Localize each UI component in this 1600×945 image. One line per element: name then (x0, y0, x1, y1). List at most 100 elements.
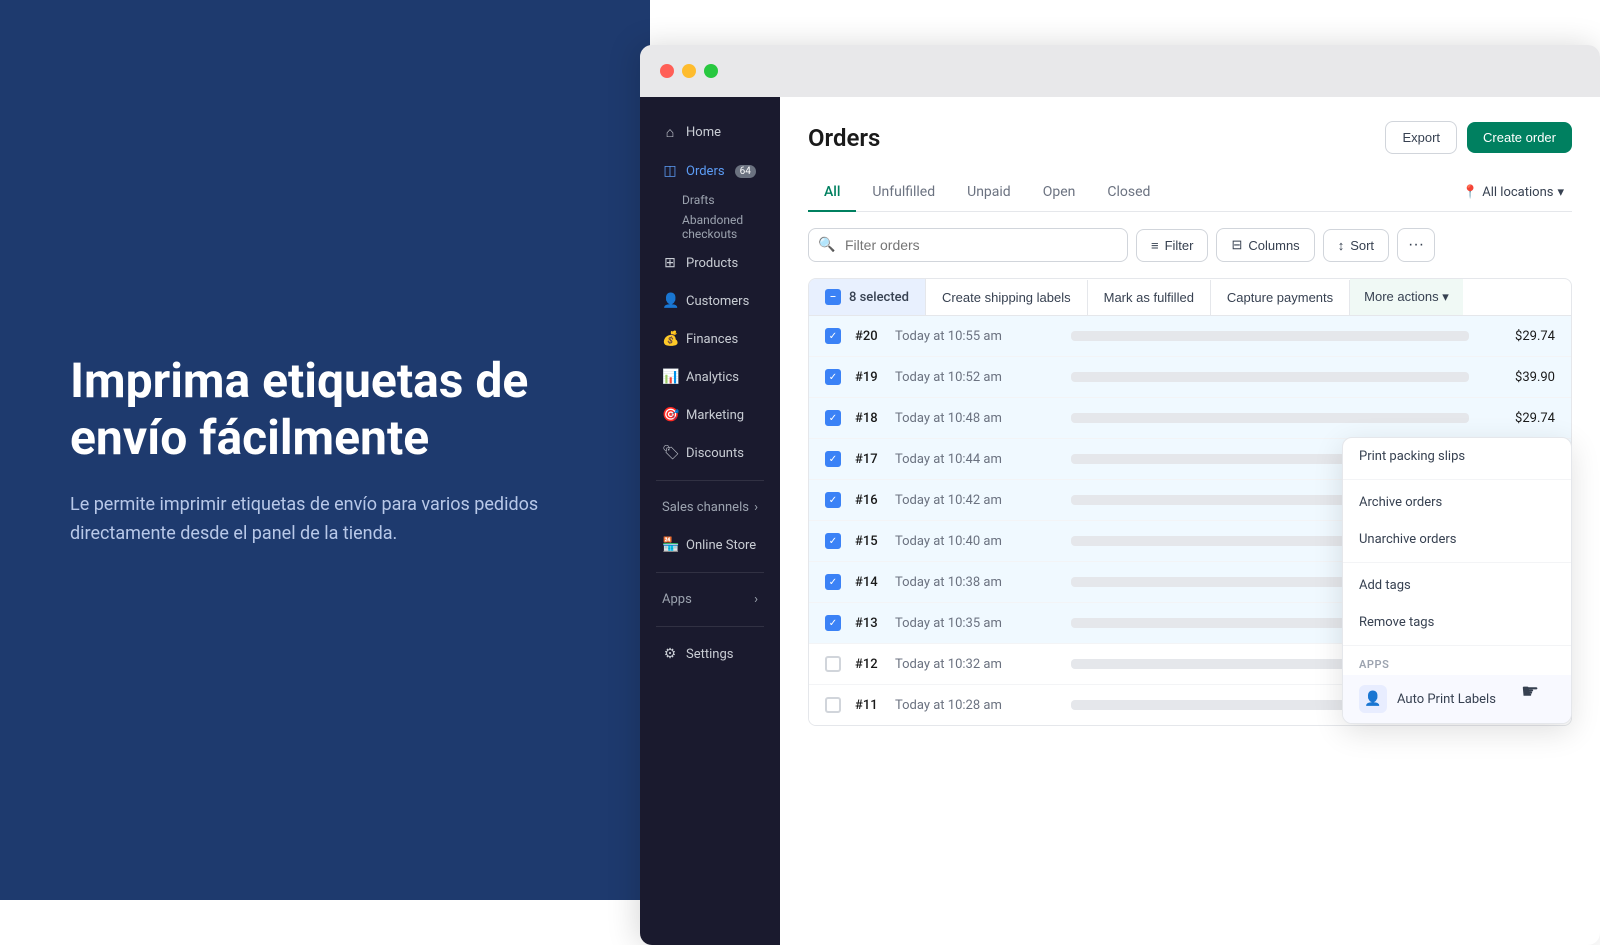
order-time: Today at 10:32 am (895, 657, 1055, 672)
finances-label: Finances (686, 332, 738, 347)
tab-unpaid[interactable]: Unpaid (951, 174, 1027, 212)
columns-button[interactable]: ⊟ Columns (1216, 228, 1314, 262)
app-container: ⌂ Home ◫ Orders 64 Drafts Abandoned chec… (640, 97, 1600, 945)
selected-count: 8 selected (849, 290, 909, 305)
order-number: #14 (855, 575, 895, 590)
orders-badge: 64 (735, 165, 756, 178)
dropdown-item-archive[interactable]: Archive orders (1343, 484, 1571, 521)
sidebar-item-apps[interactable]: Apps › (646, 582, 774, 617)
export-button[interactable]: Export (1385, 121, 1457, 154)
sidebar-item-discounts[interactable]: 🏷 Discounts (646, 435, 774, 471)
header-actions: Export Create order (1385, 121, 1572, 154)
more-options-button[interactable]: ··· (1397, 228, 1435, 262)
tab-open[interactable]: Open (1027, 174, 1092, 212)
sidebar-item-analytics[interactable]: 📊 Analytics (646, 359, 774, 395)
sidebar-item-drafts[interactable]: Drafts (646, 191, 774, 209)
marketing-label: Marketing (686, 408, 744, 423)
bulk-selected: – 8 selected (809, 279, 926, 315)
marketing-icon: 🎯 (662, 407, 678, 423)
analytics-label: Analytics (686, 370, 739, 385)
sidebar-divider-3 (656, 626, 764, 627)
filter-icon: ≡ (1151, 238, 1159, 253)
sidebar-item-label: Home (686, 125, 721, 140)
sidebar-item-orders[interactable]: ◫ Orders 64 (646, 153, 774, 189)
sort-label: Sort (1350, 238, 1374, 253)
row-checkbox[interactable]: ✓ (825, 615, 841, 631)
dropdown-item-unarchive[interactable]: Unarchive orders (1343, 521, 1571, 558)
minimize-button[interactable] (682, 64, 696, 78)
order-time: Today at 10:40 am (895, 534, 1055, 549)
maximize-button[interactable] (704, 64, 718, 78)
dropdown-app-item-auto-print[interactable]: 👤 Auto Print Labels ☛ (1343, 675, 1571, 723)
bulk-checkbox[interactable]: – (825, 289, 841, 305)
location-chevron-icon: ▾ (1557, 185, 1564, 200)
products-label: Products (686, 256, 738, 271)
abandoned-label: Abandoned checkouts (682, 213, 743, 241)
dropdown-section-label: APPS (1343, 650, 1571, 675)
dropdown-item-add-tags[interactable]: Add tags (1343, 567, 1571, 604)
tab-closed[interactable]: Closed (1091, 174, 1166, 212)
filter-button[interactable]: ≡ Filter (1136, 229, 1208, 262)
settings-label: Settings (686, 647, 733, 662)
order-amount: $29.74 (1485, 329, 1555, 344)
order-time: Today at 10:44 am (895, 452, 1055, 467)
order-number: #13 (855, 616, 895, 631)
analytics-icon: 📊 (662, 369, 678, 385)
create-shipping-button[interactable]: Create shipping labels (926, 280, 1088, 315)
dropdown-item-print-packing[interactable]: Print packing slips (1343, 438, 1571, 475)
order-number: #19 (855, 370, 895, 385)
table-row[interactable]: ✓ #18 Today at 10:48 am $29.74 (809, 398, 1571, 439)
sidebar-item-finances[interactable]: 💰 Finances (646, 321, 774, 357)
apps-left: Apps (662, 592, 692, 607)
order-bar (1071, 413, 1469, 423)
sidebar-item-customers[interactable]: 👤 Customers (646, 283, 774, 319)
sales-channels-left: Sales channels (662, 500, 749, 515)
settings-icon: ⚙ (662, 646, 678, 662)
row-checkbox[interactable]: ✓ (825, 328, 841, 344)
search-input[interactable] (808, 228, 1128, 262)
more-actions-button[interactable]: More actions ▾ (1350, 279, 1463, 315)
sales-channels-label: Sales channels (662, 500, 749, 515)
table-row[interactable]: ✓ #20 Today at 10:55 am $29.74 (809, 316, 1571, 357)
order-number: #11 (855, 698, 895, 713)
apps-label: Apps (662, 592, 692, 607)
bulk-action-bar: – 8 selected Create shipping labels Mark… (808, 278, 1572, 315)
order-time: Today at 10:55 am (895, 329, 1055, 344)
tab-unfulfilled[interactable]: Unfulfilled (856, 174, 951, 212)
sort-button[interactable]: ↕ Sort (1323, 229, 1389, 262)
create-order-button[interactable]: Create order (1467, 122, 1572, 153)
order-time: Today at 10:48 am (895, 411, 1055, 426)
sidebar-orders-label: Orders (686, 164, 725, 179)
order-time: Today at 10:42 am (895, 493, 1055, 508)
sidebar-divider-1 (656, 480, 764, 481)
row-checkbox[interactable]: ✓ (825, 451, 841, 467)
close-button[interactable] (660, 64, 674, 78)
row-checkbox[interactable]: ✓ (825, 369, 841, 385)
sidebar: ⌂ Home ◫ Orders 64 Drafts Abandoned chec… (640, 97, 780, 945)
app-item-label: Auto Print Labels (1397, 692, 1496, 707)
cursor-icon: ☛ (1521, 679, 1539, 703)
columns-label: Columns (1248, 238, 1299, 253)
row-checkbox[interactable] (825, 697, 841, 713)
tabs: All Unfulfilled Unpaid Open Closed (808, 174, 1166, 211)
mark-fulfilled-button[interactable]: Mark as fulfilled (1088, 280, 1211, 315)
row-checkbox[interactable]: ✓ (825, 410, 841, 426)
sidebar-item-online-store[interactable]: 🏪 Online Store (646, 527, 774, 563)
sidebar-divider-2 (656, 572, 764, 573)
orders-icon: ◫ (662, 163, 678, 179)
dropdown-item-remove-tags[interactable]: Remove tags (1343, 604, 1571, 641)
location-selector[interactable]: 📍 All locations ▾ (1454, 181, 1572, 204)
tab-all[interactable]: All (808, 174, 856, 212)
row-checkbox[interactable]: ✓ (825, 533, 841, 549)
sidebar-item-home[interactable]: ⌂ Home (646, 114, 774, 151)
capture-payments-button[interactable]: Capture payments (1211, 280, 1350, 315)
sidebar-item-sales-channels[interactable]: Sales channels › (646, 490, 774, 525)
table-row[interactable]: ✓ #19 Today at 10:52 am $39.90 (809, 357, 1571, 398)
row-checkbox[interactable]: ✓ (825, 492, 841, 508)
sidebar-item-products[interactable]: ⊞ Products (646, 245, 774, 281)
row-checkbox[interactable]: ✓ (825, 574, 841, 590)
row-checkbox[interactable] (825, 656, 841, 672)
sidebar-item-settings[interactable]: ⚙ Settings (646, 636, 774, 672)
sidebar-item-marketing[interactable]: 🎯 Marketing (646, 397, 774, 433)
sidebar-item-abandoned[interactable]: Abandoned checkouts (646, 211, 774, 243)
